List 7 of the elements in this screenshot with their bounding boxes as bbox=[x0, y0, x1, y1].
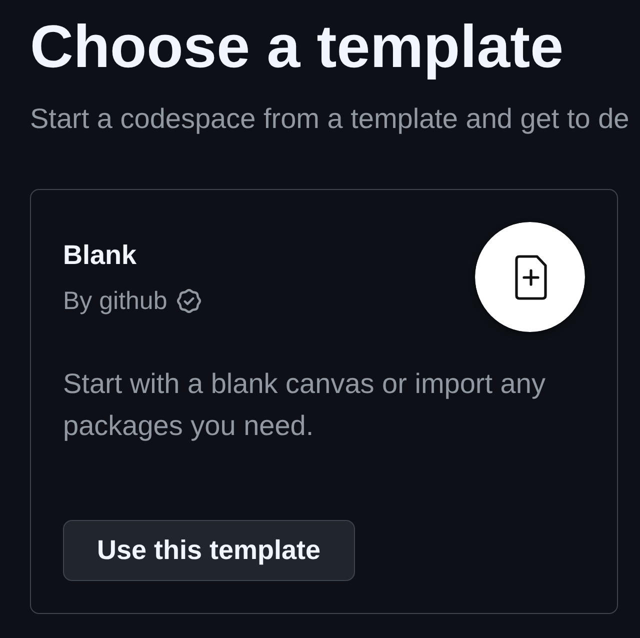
page-title: Choose a template bbox=[30, 12, 564, 82]
template-description: Start with a blank canvas or import any packages you need. bbox=[63, 367, 546, 443]
template-author: By github bbox=[63, 286, 168, 317]
file-plus-icon bbox=[475, 222, 585, 332]
use-template-button[interactable]: Use this template bbox=[63, 520, 355, 581]
template-name: Blank bbox=[63, 239, 137, 271]
page-subtitle: Start a codespace from a template and get to de bbox=[30, 102, 630, 136]
